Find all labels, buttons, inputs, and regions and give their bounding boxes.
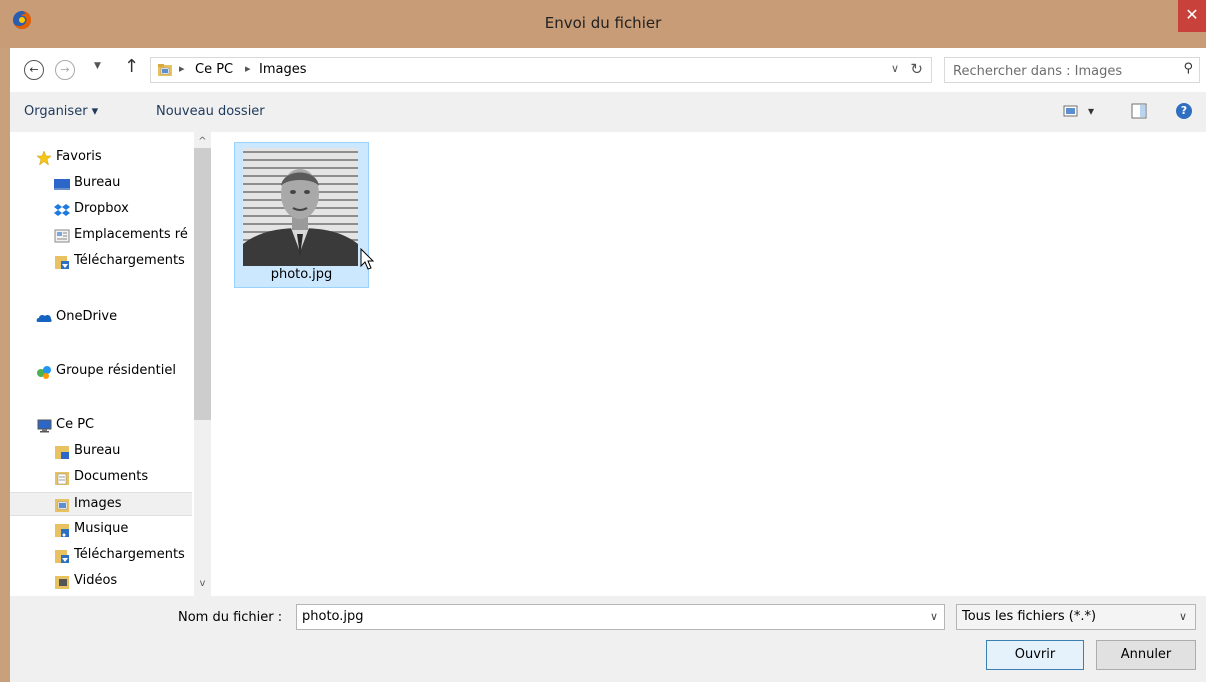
breadcrumb-ce-pc[interactable]: Ce PC: [195, 62, 233, 77]
nav-item-label: Groupe résidentiel: [56, 363, 176, 378]
nav-item-label: Documents: [74, 469, 149, 484]
nav-item-musique[interactable]: Musique: [10, 518, 192, 542]
nav-item-telechargements[interactable]: Téléchargements: [10, 250, 192, 274]
organize-menu[interactable]: Organiser ▾: [24, 104, 98, 119]
nav-item-videos[interactable]: Vidéos: [10, 570, 192, 596]
photo-thumbnail: [243, 148, 358, 266]
view-dropdown[interactable]: ▾: [1088, 104, 1094, 118]
recent-locations-dropdown[interactable]: ▼: [94, 61, 101, 71]
desktop-icon: [54, 179, 70, 190]
file-dialog-window: Envoi du fichier ✕ ← → ▼ ↑ ▸ Ce PC ▸ Ima…: [0, 0, 1206, 682]
address-bar[interactable]: ▸ Ce PC ▸ Images ∨ ↻: [150, 57, 932, 83]
nav-item-bureau-pc[interactable]: Bureau: [10, 440, 192, 464]
title-bar[interactable]: Envoi du fichier ✕: [0, 0, 1206, 48]
recent-places-icon: [54, 229, 70, 243]
pictures-folder-icon: [158, 64, 172, 76]
nav-item-label: Dropbox: [74, 201, 129, 216]
nav-item-label: Favoris: [56, 149, 102, 164]
homegroup-icon: [37, 366, 51, 379]
dropbox-icon: [54, 204, 70, 216]
search-box[interactable]: ⚲: [944, 57, 1200, 83]
filetype-select[interactable]: Tous les fichiers (*.*) ∨: [956, 604, 1196, 630]
change-view-icon[interactable]: [1062, 102, 1080, 120]
dialog-footer: Nom du fichier : photo.jpg ∨ Tous les fi…: [10, 596, 1206, 682]
nav-item-favoris[interactable]: Favoris: [10, 146, 192, 170]
nav-item-groupe-residentiel[interactable]: Groupe résidentiel: [10, 360, 200, 384]
command-bar: Organiser ▾ Nouveau dossier ▾ ?: [10, 92, 1206, 132]
breadcrumb-images[interactable]: Images: [259, 62, 307, 77]
navigation-pane: Favoris Bureau Dropbox Emplacements ré T…: [10, 132, 212, 596]
nav-item-bureau[interactable]: Bureau: [10, 172, 192, 196]
filename-input[interactable]: photo.jpg: [302, 609, 364, 624]
nav-item-label: Ce PC: [56, 417, 95, 432]
cancel-button[interactable]: Annuler: [1096, 640, 1196, 670]
scroll-up-button[interactable]: ^: [194, 136, 211, 152]
star-icon: [36, 150, 52, 166]
documents-icon: [55, 472, 69, 485]
scroll-down-button[interactable]: v: [194, 578, 211, 594]
chevron-down-icon[interactable]: ∨: [930, 610, 938, 623]
open-button[interactable]: Ouvrir: [986, 640, 1084, 670]
refresh-button[interactable]: ↻: [910, 60, 923, 78]
nav-item-ce-pc[interactable]: Ce PC: [10, 414, 192, 438]
nav-item-label: Bureau: [74, 175, 121, 190]
nav-item-documents[interactable]: Documents: [10, 466, 192, 490]
nav-item-telechargements-pc[interactable]: Téléchargements: [10, 544, 192, 568]
back-button[interactable]: ←: [24, 60, 44, 80]
nav-item-label: Musique: [74, 521, 129, 536]
nav-item-dropbox[interactable]: Dropbox: [10, 198, 192, 222]
nav-item-onedrive[interactable]: OneDrive: [10, 306, 192, 330]
address-dropdown[interactable]: ∨: [891, 62, 899, 75]
dialog-client: ← → ▼ ↑ ▸ Ce PC ▸ Images ∨ ↻ ⚲: [10, 48, 1206, 682]
desktop-folder-icon: [55, 446, 69, 459]
onedrive-icon: [36, 314, 52, 322]
new-folder-button[interactable]: Nouveau dossier: [156, 104, 265, 119]
nav-item-label: Téléchargements: [74, 547, 185, 562]
search-icon[interactable]: ⚲: [1183, 61, 1193, 76]
music-icon: [55, 524, 69, 537]
nav-item-label: Bureau: [74, 443, 121, 458]
window-frame-left: [0, 48, 10, 682]
nav-item-label: Vidéos: [74, 573, 118, 588]
computer-icon: [37, 419, 52, 433]
chevron-down-icon[interactable]: ∨: [1179, 610, 1187, 623]
filename-label: Nom du fichier :: [178, 610, 283, 625]
nav-item-emplacements[interactable]: Emplacements ré: [10, 224, 192, 248]
nav-item-label: Téléchargements: [74, 253, 185, 268]
search-input[interactable]: [951, 61, 1165, 81]
nav-pane-scroll-thumb[interactable]: [194, 148, 211, 420]
pictures-icon: [55, 499, 69, 512]
videos-icon: [55, 576, 69, 589]
file-item[interactable]: photo.jpg: [234, 142, 369, 288]
downloads-icon: [55, 256, 69, 269]
close-button[interactable]: ✕: [1178, 0, 1206, 32]
up-button[interactable]: ↑: [124, 56, 139, 77]
mouse-cursor-icon: [360, 248, 375, 270]
preview-pane-icon[interactable]: [1130, 102, 1148, 120]
forward-button[interactable]: →: [55, 60, 75, 80]
filetype-value: Tous les fichiers (*.*): [962, 609, 1097, 624]
filename-combobox[interactable]: photo.jpg ∨: [296, 604, 945, 630]
breadcrumb-separator: ▸: [179, 62, 185, 75]
file-name: photo.jpg: [270, 267, 333, 282]
nav-item-label: OneDrive: [56, 309, 118, 324]
breadcrumb-separator: ▸: [245, 62, 251, 75]
nav-item-images[interactable]: Images: [10, 492, 192, 516]
nav-item-label: Emplacements ré: [74, 227, 188, 242]
nav-item-label: Images: [74, 496, 122, 511]
window-title: Envoi du fichier: [544, 14, 662, 32]
help-icon[interactable]: ?: [1176, 103, 1192, 119]
file-list[interactable]: photo.jpg: [214, 132, 1206, 596]
downloads-icon: [55, 550, 69, 563]
address-row: ← → ▼ ↑ ▸ Ce PC ▸ Images ∨ ↻ ⚲: [10, 48, 1206, 92]
